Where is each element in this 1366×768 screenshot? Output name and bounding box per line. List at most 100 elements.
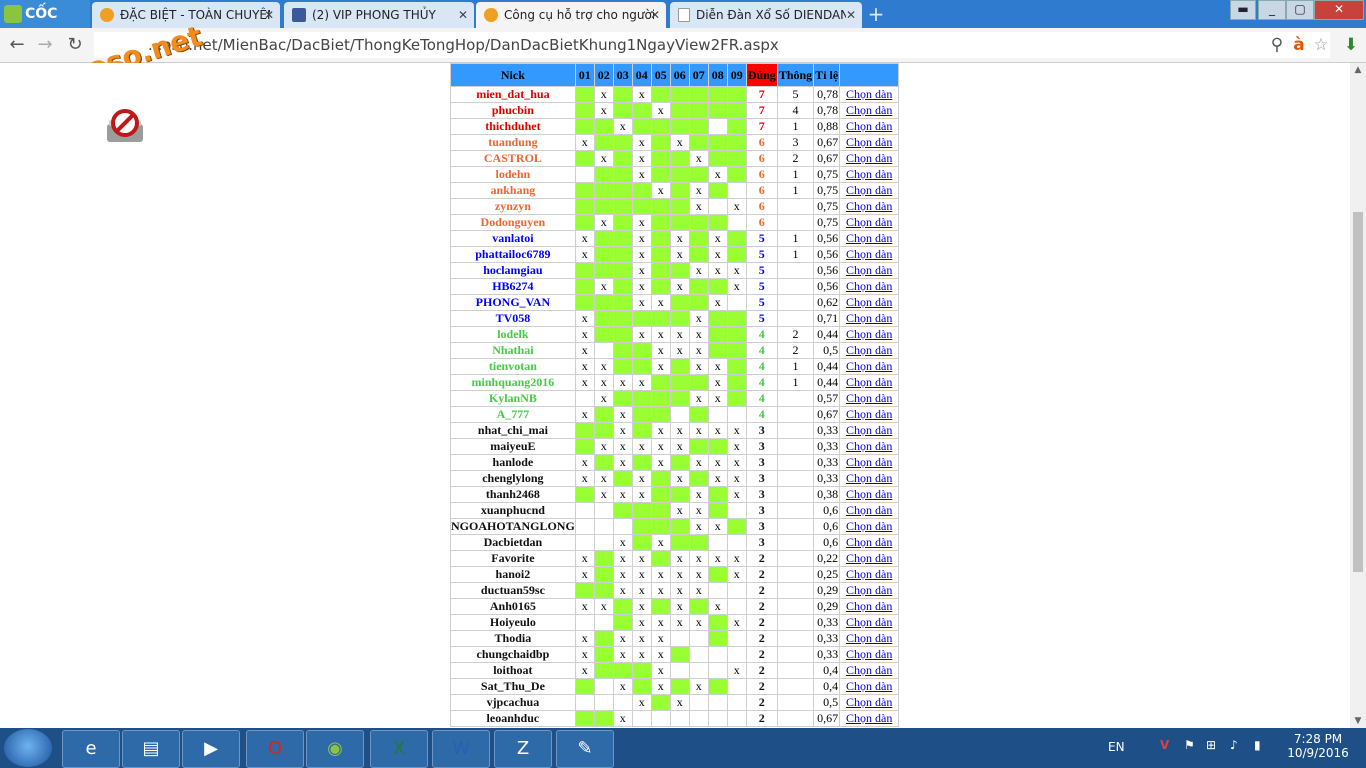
- chon-dan-link[interactable]: Chọn dàn: [846, 567, 892, 581]
- battery-icon[interactable]: ▮: [1254, 738, 1261, 752]
- hit-cell: [650, 214, 671, 231]
- ratio-value: 0,38: [813, 486, 841, 503]
- chon-dan-link[interactable]: Chọn dàn: [846, 487, 892, 501]
- flag-icon[interactable]: ⚑: [1184, 738, 1195, 752]
- table-row: Dodonguyen x x 6 0,75 Chọn dàn: [450, 214, 900, 231]
- tab-cong-cu[interactable]: Công cụ hỗ trợ cho người ✕: [476, 2, 666, 28]
- back-icon[interactable]: ←: [6, 34, 28, 56]
- chon-dan-link[interactable]: Chọn dàn: [846, 199, 892, 213]
- download-icon[interactable]: ⬇: [1340, 34, 1362, 56]
- page-scrollbar[interactable]: ▲ ▼: [1350, 63, 1366, 728]
- chon-dan-link[interactable]: Chọn dàn: [846, 247, 892, 261]
- network-icon[interactable]: ⊞: [1206, 738, 1216, 752]
- minimize-button[interactable]: _: [1258, 0, 1286, 20]
- chon-dan-link[interactable]: Chọn dàn: [846, 535, 892, 549]
- scroll-thumb[interactable]: [1353, 212, 1363, 572]
- hit-cell: [669, 486, 690, 503]
- chon-dan-link[interactable]: Chọn dàn: [846, 311, 892, 325]
- clock[interactable]: 7:28 PM 10/9/2016: [1278, 732, 1358, 760]
- chon-dan-link[interactable]: Chọn dàn: [846, 295, 892, 309]
- chon-dan-link[interactable]: Chọn dàn: [846, 583, 892, 597]
- chon-dan-link[interactable]: Chọn dàn: [846, 423, 892, 437]
- chon-dan-link[interactable]: Chọn dàn: [846, 679, 892, 693]
- chon-dan-link[interactable]: Chọn dàn: [846, 631, 892, 645]
- word-icon[interactable]: W: [432, 730, 490, 768]
- bookmark-star-icon[interactable]: ☆: [1310, 34, 1332, 56]
- nick-cell: Nhathai: [450, 342, 576, 359]
- chon-dan-link[interactable]: Chọn dàn: [846, 359, 892, 373]
- scroll-up-icon[interactable]: ▲: [1350, 63, 1366, 77]
- correct-count: 3: [745, 502, 778, 519]
- mark-cell: x: [593, 358, 614, 375]
- chon-dan-link[interactable]: Chọn dàn: [846, 503, 892, 517]
- chon-dan-link[interactable]: Chọn dàn: [846, 167, 892, 181]
- antivirus-icon[interactable]: V: [1160, 738, 1169, 752]
- excel-icon[interactable]: X: [370, 730, 428, 768]
- chon-dan-link[interactable]: Chọn dàn: [846, 439, 892, 453]
- scroll-down-icon[interactable]: ▼: [1350, 714, 1366, 728]
- tab-dien-dan[interactable]: Diễn Đàn Xổ Số DIENDAN ✕: [670, 2, 862, 28]
- media-player-icon[interactable]: ▶: [182, 730, 240, 768]
- close-window-button[interactable]: ✕: [1314, 0, 1364, 20]
- mark-cell: x: [574, 406, 595, 423]
- mark-cell: [726, 630, 747, 647]
- chon-dan-link[interactable]: Chọn dàn: [846, 343, 892, 357]
- chon-dan-link[interactable]: Chọn dàn: [846, 279, 892, 293]
- volume-icon[interactable]: ♪: [1230, 738, 1238, 752]
- chon-dan-link[interactable]: Chọn dàn: [846, 119, 892, 133]
- internet-explorer-icon[interactable]: e: [62, 730, 120, 768]
- close-icon[interactable]: ✕: [650, 2, 660, 28]
- opera-icon[interactable]: O: [246, 730, 304, 768]
- correct-count: 3: [745, 486, 778, 503]
- coccoc-logo[interactable]: CỐC CỐC: [0, 0, 90, 50]
- close-icon[interactable]: ✕: [846, 2, 856, 28]
- chon-dan-link[interactable]: Chọn dàn: [846, 599, 892, 613]
- table-row: chenglylong x x x x x x 3 0,33 Chọn dàn: [450, 470, 900, 487]
- table-row: Favorite x x x x x x x 2 0,22 Chọn dàn: [450, 550, 900, 567]
- chon-dan-link[interactable]: Chọn dàn: [846, 711, 892, 725]
- new-tab-button[interactable]: +: [866, 4, 886, 24]
- language-indicator[interactable]: EN: [1108, 740, 1125, 754]
- close-icon[interactable]: ✕: [264, 2, 274, 28]
- zalo-icon[interactable]: Z: [494, 730, 552, 768]
- chon-dan-link[interactable]: Chọn dàn: [846, 135, 892, 149]
- chon-dan-link[interactable]: Chọn dàn: [846, 151, 892, 165]
- chon-dan-link[interactable]: Chọn dàn: [846, 103, 892, 117]
- link-cell: Chọn dàn: [839, 86, 900, 103]
- chon-dan-link[interactable]: Chọn dàn: [846, 407, 892, 421]
- file-explorer-icon[interactable]: ▤: [122, 730, 180, 768]
- chon-dan-link[interactable]: Chọn dàn: [846, 215, 892, 229]
- correct-count: 5: [745, 294, 778, 311]
- hit-cell: [593, 118, 614, 135]
- table-row: hoclamgiau x x x x 5 0,56 Chọn dàn: [450, 262, 900, 279]
- chon-dan-link[interactable]: Chọn dàn: [846, 183, 892, 197]
- forward-icon[interactable]: →: [34, 34, 56, 56]
- tab-vip-phong-thuy[interactable]: (2) VIP PHONG THỦY ✕: [284, 2, 474, 28]
- chon-dan-link[interactable]: Chọn dàn: [846, 695, 892, 709]
- chon-dan-link[interactable]: Chọn dàn: [846, 87, 892, 101]
- menu-button[interactable]: ▬: [1230, 0, 1256, 20]
- chon-dan-link[interactable]: Chọn dàn: [846, 327, 892, 341]
- chon-dan-link[interactable]: Chọn dàn: [846, 551, 892, 565]
- chon-dan-link[interactable]: Chọn dàn: [846, 391, 892, 405]
- close-icon[interactable]: ✕: [458, 2, 468, 28]
- chon-dan-link[interactable]: Chọn dàn: [846, 471, 892, 485]
- chon-dan-link[interactable]: Chọn dàn: [846, 263, 892, 277]
- chon-dan-link[interactable]: Chọn dàn: [846, 663, 892, 677]
- chon-dan-link[interactable]: Chọn dàn: [846, 375, 892, 389]
- hit-cell: [650, 230, 671, 247]
- zoom-icon[interactable]: ⚲: [1266, 34, 1288, 56]
- chon-dan-link[interactable]: Chọn dàn: [846, 615, 892, 629]
- chon-dan-link[interactable]: Chọn dàn: [846, 231, 892, 245]
- chon-dan-link[interactable]: Chọn dàn: [846, 519, 892, 533]
- coccoc-taskbar-icon[interactable]: ◉: [306, 730, 364, 768]
- streak-count: 1: [776, 182, 815, 199]
- hit-cell: [688, 278, 709, 295]
- chon-dan-link[interactable]: Chọn dàn: [846, 647, 892, 661]
- start-button[interactable]: [4, 729, 52, 767]
- url-field[interactable]: ...oso.net/MienBac/DacBiet/ThongKeTongHo…: [94, 32, 1330, 58]
- maximize-button[interactable]: ▢: [1286, 0, 1314, 20]
- translate-icon[interactable]: à: [1288, 34, 1310, 56]
- paint-icon[interactable]: ✎: [556, 730, 614, 768]
- chon-dan-link[interactable]: Chọn dàn: [846, 455, 892, 469]
